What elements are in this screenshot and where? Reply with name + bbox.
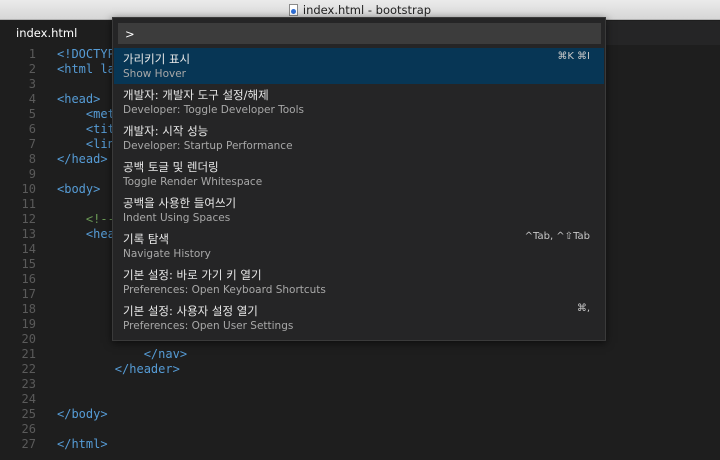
- command-subtitle: Indent Using Spaces: [123, 212, 231, 224]
- code-text: <hea: [57, 227, 115, 241]
- line-number: 17: [21, 287, 36, 301]
- line-number: 7: [28, 137, 36, 151]
- code-line[interactable]: 21 </nav>: [0, 347, 720, 362]
- command-subtitle: Preferences: Open Keyboard Shortcuts: [123, 284, 326, 296]
- command-subtitle: Show Hover: [123, 68, 186, 80]
- code-line[interactable]: 22 </header>: [0, 362, 720, 377]
- code-line[interactable]: 26: [0, 422, 720, 437]
- line-number: 19: [21, 317, 36, 331]
- html-file-icon: [288, 3, 298, 16]
- command-title: 기본 설정: 바로 가기 키 열기: [123, 268, 262, 282]
- line-number: 4: [28, 92, 36, 106]
- command-palette: 가리키기 표시 Show Hover ⌘K ⌘I 개발자: 개발자 도구 설정/해제 D…: [112, 17, 606, 341]
- command-item[interactable]: 기본 설정: 바로 가기 키 열기 Preferences: Open Keybo…: [114, 264, 604, 300]
- line-number: 1: [28, 47, 36, 61]
- tab-label: index.html: [16, 26, 78, 40]
- line-number: 16: [21, 272, 36, 286]
- line-number: 12: [21, 212, 36, 226]
- command-subtitle: Developer: Startup Performance: [123, 140, 293, 152]
- line-number: 2: [28, 62, 36, 76]
- command-item[interactable]: 공백 토글 및 렌더링 Toggle Render Whitespace: [114, 156, 604, 192]
- code-text: <html la: [57, 62, 115, 76]
- line-number: 22: [21, 362, 36, 376]
- code-text: <tit: [57, 122, 115, 136]
- command-title: 가리키기 표시: [123, 52, 191, 66]
- line-number: 24: [21, 392, 36, 406]
- command-title: 개발자: 시작 성능: [123, 124, 209, 138]
- command-item[interactable]: 기록 탐색 Navigate History ^Tab, ^⇧Tab: [114, 228, 604, 264]
- window-title: index.html - bootstrap: [302, 2, 432, 17]
- command-subtitle: Preferences: Open User Settings: [123, 320, 294, 332]
- command-item[interactable]: 개발자: 시작 성능 Developer: Startup Performance: [114, 120, 604, 156]
- line-number: 3: [28, 77, 36, 91]
- command-keybinding: ⌘,: [576, 303, 590, 314]
- line-number: 9: [28, 167, 36, 181]
- line-number: 25: [21, 407, 36, 421]
- command-title: 기록 탐색: [123, 232, 169, 246]
- command-keybinding: ⌘K ⌘I: [557, 51, 590, 62]
- line-number: 13: [21, 227, 36, 241]
- line-number: 15: [21, 257, 36, 271]
- code-text: </html>: [57, 437, 108, 451]
- line-number: 26: [21, 422, 36, 436]
- line-number: 23: [21, 377, 36, 391]
- command-title: 공백 토글 및 렌더링: [123, 160, 219, 174]
- code-text: </body>: [57, 407, 108, 421]
- command-title: 기본 설정: 사용자 설정 열기: [123, 304, 258, 318]
- command-item[interactable]: 공백을 사용한 들여쓰기 Indent Using Spaces: [114, 192, 604, 228]
- line-number: 10: [21, 182, 36, 196]
- code-line[interactable]: 25 </body>: [0, 407, 720, 422]
- line-number: 5: [28, 107, 36, 121]
- code-text: </head>: [57, 152, 108, 166]
- code-text: <lin: [57, 137, 115, 151]
- command-title: 공백을 사용한 들여쓰기: [123, 196, 237, 210]
- code-line[interactable]: 27 </html>: [0, 437, 720, 452]
- code-text: </nav>: [57, 347, 188, 361]
- line-number: 21: [21, 347, 36, 361]
- code-line[interactable]: 24: [0, 392, 720, 407]
- line-number: 8: [28, 152, 36, 166]
- command-item[interactable]: 가리키기 표시 Show Hover ⌘K ⌘I: [114, 48, 604, 84]
- code-text: <body>: [57, 182, 101, 196]
- code-text: <met: [57, 107, 115, 121]
- command-keybinding: ^Tab, ^⇧Tab: [524, 231, 590, 242]
- command-palette-input[interactable]: [118, 23, 601, 44]
- code-text: <!--: [57, 212, 115, 226]
- line-number: 6: [28, 122, 36, 136]
- line-number: 14: [21, 242, 36, 256]
- command-subtitle: Developer: Toggle Developer Tools: [123, 104, 304, 116]
- tab-index-html[interactable]: index.html: [0, 21, 112, 45]
- code-text: </header>: [57, 362, 180, 376]
- command-item[interactable]: 기본 설정: 사용자 설정 열기 Preferences: Open User S…: [114, 300, 604, 336]
- command-subtitle: Navigate History: [123, 248, 211, 260]
- line-number: 27: [21, 437, 36, 451]
- code-line[interactable]: 23: [0, 377, 720, 392]
- code-text: <head>: [57, 92, 101, 106]
- command-title: 개발자: 개발자 도구 설정/해제: [123, 88, 269, 102]
- line-number: 18: [21, 302, 36, 316]
- code-text: <!DOCTYP: [57, 47, 115, 61]
- command-subtitle: Toggle Render Whitespace: [123, 176, 263, 188]
- line-number: 20: [21, 332, 36, 346]
- line-number: 11: [21, 197, 36, 211]
- command-item[interactable]: 개발자: 개발자 도구 설정/해제 Developer: Toggle Devel…: [114, 84, 604, 120]
